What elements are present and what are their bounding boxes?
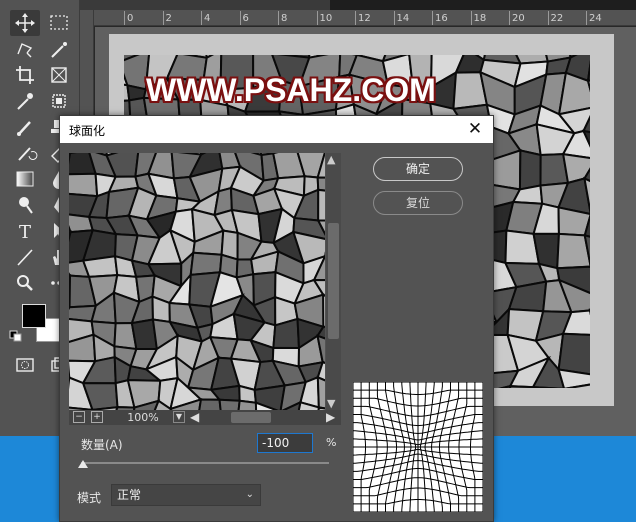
crop-icon[interactable]	[10, 62, 40, 88]
ok-button[interactable]: 确定	[373, 157, 463, 181]
default-colors-icon[interactable]	[8, 330, 24, 344]
dialog-title: 球面化	[69, 124, 106, 138]
distortion-grid	[353, 382, 483, 512]
glass-cell	[322, 292, 325, 328]
ruler-tick-label: 6	[242, 13, 249, 24]
mode-value: 正常	[117, 488, 142, 502]
ruler-tick-label: 8	[281, 13, 288, 24]
magic-wand-icon[interactable]	[44, 36, 74, 62]
quick-mask-icon[interactable]	[10, 352, 40, 378]
mode-label: 模式	[77, 491, 102, 505]
ruler-tick-line	[393, 11, 395, 25]
glass-cell	[218, 398, 241, 410]
glass-cell	[237, 399, 258, 410]
ruler-tick-line	[509, 11, 510, 25]
mode-select[interactable]: 正常 ⌄	[111, 484, 261, 506]
scroll-right-icon[interactable]: ▶	[326, 410, 335, 424]
patch-icon[interactable]	[44, 88, 74, 114]
line-icon[interactable]	[10, 244, 40, 270]
ruler-tick-label: 14	[396, 13, 410, 24]
type-icon[interactable]: T	[10, 218, 40, 244]
ruler-tick-label: 22	[550, 13, 564, 24]
zoom-in-button[interactable]: +	[91, 411, 103, 423]
ruler-top: 0 2 4 6 8 10 12 14 16 18 20 22 24	[94, 10, 636, 26]
ruler-tick-line	[124, 11, 125, 25]
zoom-icon[interactable]	[10, 270, 40, 296]
ruler-tick-line	[278, 11, 279, 25]
document-tab[interactable]	[80, 0, 330, 10]
ruler-tick-label: 20	[512, 13, 525, 24]
horizontal-scroll-thumb[interactable]	[231, 412, 271, 423]
svg-text:T: T	[19, 222, 31, 243]
glass-cell	[316, 375, 325, 410]
ruler-tick-label: 2	[165, 13, 172, 24]
history-brush-icon[interactable]	[10, 140, 40, 166]
frame-icon[interactable]	[44, 62, 74, 88]
zoom-value: 100%	[127, 411, 159, 424]
glass-cell	[509, 385, 535, 388]
ruler-tick-line	[470, 11, 472, 25]
spherize-grid-preview	[353, 382, 483, 512]
ruler-tick-line	[547, 11, 549, 25]
ruler-tick-label: 12	[358, 13, 371, 24]
chevron-down-icon: ⌄	[245, 489, 254, 500]
scroll-left-icon[interactable]: ◀	[190, 410, 199, 424]
watermark-text: WWW.PSAHZ.COM	[146, 72, 436, 108]
dodge-icon[interactable]	[10, 192, 40, 218]
close-icon[interactable]: ✕	[465, 119, 485, 139]
ruler-tick-label: 18	[473, 13, 487, 24]
scroll-down-icon[interactable]: ▼	[327, 397, 335, 410]
move-icon[interactable]	[10, 10, 40, 36]
ruler-tick-line	[432, 11, 433, 25]
glass-cell	[518, 149, 542, 191]
marquee-icon[interactable]	[44, 10, 74, 36]
ruler-tick-label: 16	[435, 13, 448, 24]
scroll-up-icon[interactable]: ▲	[327, 153, 335, 166]
preview-zoom-bar: − + 100% ▼ ◀ ▶	[69, 410, 341, 425]
amount-slider[interactable]	[81, 462, 329, 464]
amount-input[interactable]: -100	[257, 433, 313, 453]
amount-label: 数量(A)	[81, 438, 123, 452]
ruler-tick-line	[162, 11, 164, 25]
preview-vertical-scrollbar[interactable]: ▲ ▼	[326, 153, 341, 410]
foreground-color-swatch[interactable]	[22, 304, 46, 328]
eyedropper-icon[interactable]	[10, 88, 40, 114]
scroll-thumb[interactable]	[328, 223, 339, 339]
ruler-tick-line	[586, 11, 587, 25]
glass-cell	[69, 172, 99, 198]
glass-cell	[81, 255, 119, 278]
ruler-tick-line	[201, 11, 202, 25]
amount-slider-thumb[interactable]	[78, 460, 88, 468]
gradient-icon[interactable]	[10, 166, 40, 192]
spherize-dialog: 球面化 ✕ ▲ ▼ − + 100% ▼ ◀ ▶ 确定 复位 数量(A) -10…	[59, 115, 494, 522]
preview-image	[69, 153, 325, 410]
ruler-tick-line	[355, 11, 356, 25]
ruler-tick-line	[239, 11, 241, 25]
zoom-out-button[interactable]: −	[73, 411, 85, 423]
ruler-tick-label: 4	[204, 13, 211, 24]
zoom-dropdown-icon[interactable]: ▼	[173, 411, 185, 423]
ruler-tick-line	[316, 11, 318, 25]
amount-unit: %	[326, 436, 337, 449]
dialog-title-bar[interactable]: 球面化 ✕	[60, 116, 493, 143]
reset-button[interactable]: 复位	[373, 191, 463, 215]
ruler-tick-label: 24	[589, 13, 602, 24]
filter-preview[interactable]	[69, 153, 325, 410]
lasso-icon[interactable]	[10, 36, 40, 62]
ruler-tick-label: 0	[127, 13, 134, 24]
ruler-tick-label: 10	[319, 13, 333, 24]
brush-icon[interactable]	[10, 114, 40, 140]
glass-cell	[317, 188, 325, 222]
